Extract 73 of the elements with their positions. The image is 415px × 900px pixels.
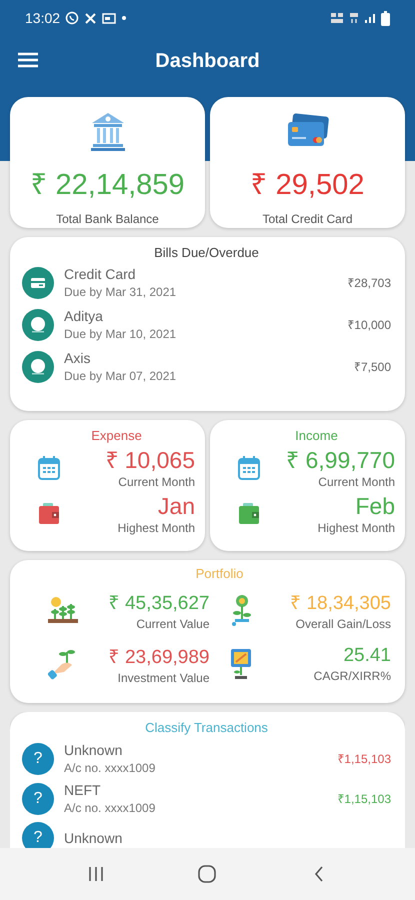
credit-card-icon (286, 113, 330, 149)
metric-value: ₹ 18,34,305 (290, 592, 391, 615)
card-title: Classify Transactions (144, 720, 269, 735)
transaction-name: Unknown (64, 742, 124, 758)
expense-card[interactable]: Expense ₹ 10,065 Current Month Jan Highest Month (10, 420, 205, 551)
due-date: Due by Mar 31, 2021 (64, 285, 178, 299)
metric-label: CAGR/XIRR% (314, 669, 391, 683)
metric-label: Current Value (135, 617, 210, 631)
calendar-icon (238, 456, 260, 480)
highest-month: Feb (354, 493, 395, 519)
summary-card[interactable]: ₹ 22,14,859 Total Bank Balance (10, 97, 205, 228)
bill-name: Credit Card (64, 266, 137, 282)
metric-label: Overall Gain/Loss (294, 617, 391, 631)
metric-label: Highest Month (118, 521, 195, 535)
chat-app-icon (65, 11, 80, 25)
signboard-icon (230, 648, 252, 680)
bill-amount: ₹10,000 (347, 317, 391, 333)
summary-label: Total Bank Balance (56, 212, 159, 226)
current-month-amount: ₹ 6,99,770 (286, 447, 395, 473)
transaction-amount: ₹1,15,103 (337, 751, 391, 767)
clock: 13:02 (25, 10, 60, 26)
hand-sprout-icon (48, 648, 78, 680)
card-title: Portfolio (194, 566, 244, 581)
metric-label: Current Month (317, 475, 395, 489)
due-date: Due by Mar 10, 2021 (64, 327, 178, 341)
card-title: Income (294, 428, 339, 443)
unknown-category-icon[interactable]: ? (22, 822, 54, 848)
unknown-category-icon[interactable]: ? (22, 782, 54, 814)
back-icon[interactable] (313, 866, 326, 882)
amount: ₹ 29,502 (250, 168, 364, 202)
wallet-icon (238, 503, 260, 525)
metric-value: ₹ 45,35,627 (108, 592, 210, 615)
transaction-name: Unknown (64, 830, 124, 846)
bill-amount: ₹28,703 (347, 275, 391, 291)
home-icon[interactable] (198, 865, 216, 883)
card-title: Expense (90, 428, 143, 443)
signal-icon (364, 13, 376, 23)
dot-icon (121, 15, 128, 21)
account-number: A/c no. xxxx1009 (64, 801, 156, 815)
logo-avatar-icon (22, 308, 54, 340)
calendar-icon (38, 456, 60, 480)
bank-icon (90, 111, 126, 151)
wallet-icon (38, 503, 60, 525)
metric-label: Highest Month (318, 521, 395, 535)
card-avatar-icon (22, 266, 54, 298)
due-date: Due by Mar 07, 2021 (64, 369, 178, 383)
transaction-amount: ₹1,15,103 (337, 791, 391, 807)
account-number: A/c no. xxxx1009 (64, 761, 156, 775)
metric-label: Investment Value (116, 671, 210, 685)
highest-month: Jan (156, 493, 195, 519)
plants-icon (48, 596, 78, 624)
bill-amount: ₹7,500 (354, 359, 391, 375)
logo-avatar-icon (22, 350, 54, 382)
summary-card[interactable]: ₹ 29,502 Total Credit Card (210, 97, 405, 228)
portfolio-card[interactable]: Portfolio ₹ 45,35,627 Current Value ₹ 18,34,305 Overall Gain/Loss ₹ 23,69,989 Investment Value 25.41 CAGR/XIRR% (10, 560, 405, 703)
screen-title: Dashboard (155, 50, 260, 72)
bill-name: Axis (64, 350, 92, 366)
bill-name: Aditya (64, 308, 104, 324)
unknown-category-icon[interactable]: ? (22, 742, 54, 774)
menu-icon[interactable] (18, 52, 38, 68)
metric-value: 25.41 (342, 645, 391, 667)
flower-icon (230, 594, 252, 626)
summary-label: Total Credit Card (262, 212, 353, 226)
battery-icon (381, 10, 390, 26)
metric-value: ₹ 23,69,989 (108, 646, 210, 669)
income-card[interactable]: Income ₹ 6,99,770 Current Month Feb Highest Month (210, 420, 405, 551)
transaction-name: NEFT (64, 782, 102, 798)
current-month-amount: ₹ 10,065 (105, 447, 195, 473)
metric-label: Current Month (117, 475, 195, 489)
amount: ₹ 22,14,859 (30, 168, 185, 202)
card-title: Bills Due/Overdue (153, 245, 260, 260)
recent-apps-icon[interactable] (88, 866, 104, 882)
screen-icon (102, 12, 116, 24)
